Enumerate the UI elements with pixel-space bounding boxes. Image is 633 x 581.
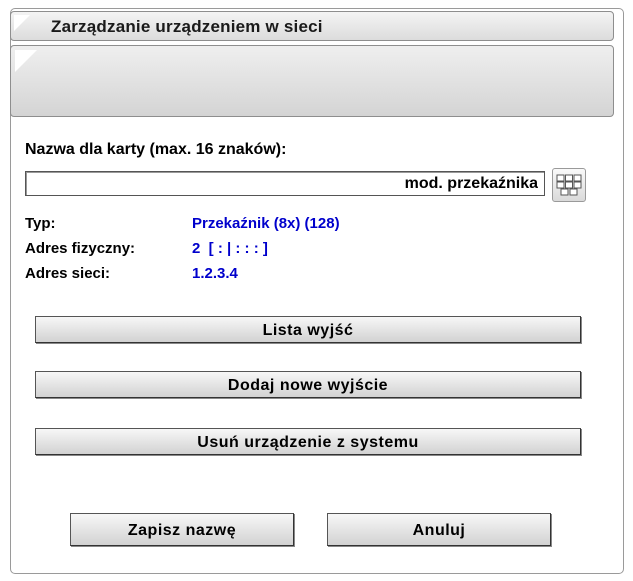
network-address-label: Adres sieci:	[25, 265, 111, 282]
title-corner-decoration	[14, 15, 30, 31]
add-output-button[interactable]: Dodaj nowe wyjście	[35, 371, 581, 398]
title-bar: Zarządzanie urządzeniem w sieci	[10, 11, 614, 41]
subheader-panel	[10, 45, 614, 117]
keyboard-button[interactable]	[552, 168, 586, 202]
save-name-button[interactable]: Zapisz nazwę	[70, 513, 294, 546]
network-address-row: Adres sieci: 1.2.3.4	[25, 265, 238, 282]
subheader-corner-decoration	[15, 50, 37, 72]
physical-address-value: 2 [ : | : : : ]	[192, 240, 268, 257]
physical-address-label: Adres fizyczny:	[25, 240, 136, 257]
card-name-input[interactable]	[25, 171, 545, 196]
type-label: Typ:	[25, 215, 56, 232]
cancel-button[interactable]: Anuluj	[327, 513, 551, 546]
type-row: Typ: Przekaźnik (8x) (128)	[25, 215, 340, 232]
network-address-value: 1.2.3.4	[192, 265, 238, 282]
keyboard-icon	[556, 174, 582, 196]
type-value: Przekaźnik (8x) (128)	[192, 215, 340, 232]
physical-address-row: Adres fizyczny: 2 [ : | : : : ]	[25, 240, 268, 257]
window-title: Zarządzanie urządzeniem w sieci	[51, 17, 323, 36]
card-name-label: Nazwa dla karty (max. 16 znaków):	[25, 141, 287, 158]
list-outputs-button[interactable]: Lista wyjść	[35, 316, 581, 343]
remove-device-button[interactable]: Usuń urządzenie z systemu	[35, 428, 581, 455]
